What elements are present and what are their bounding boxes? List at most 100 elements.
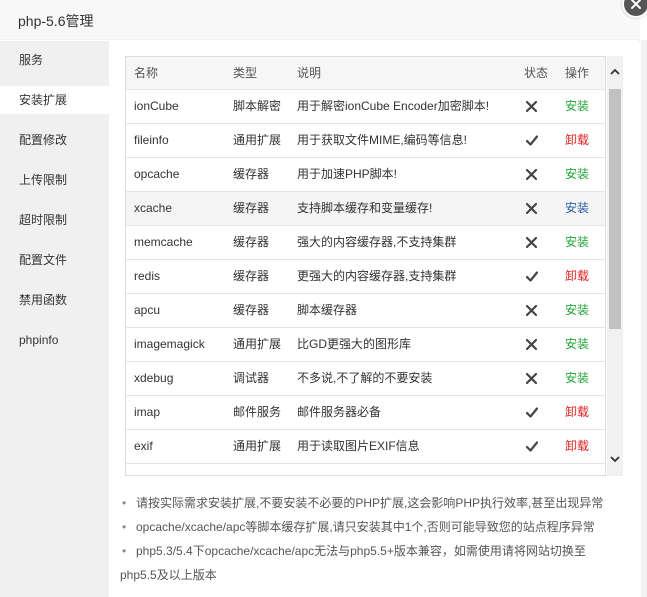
ext-desc: 支持脚本缓存和变量缓存!: [297, 201, 433, 215]
note-item-continued: php5.5及以上版本: [120, 563, 625, 587]
ext-desc: 用于读取图片EXIF信息: [297, 439, 420, 453]
sidebar-item-disabled-functions[interactable]: 禁用函数: [0, 286, 109, 314]
install-button[interactable]: 安装: [565, 90, 589, 123]
ext-desc: 比GD更强大的图形库: [297, 337, 412, 351]
ext-type: 缓存器: [233, 167, 270, 181]
note-item: • opcache/xcache/apc等脚本缓存扩展,请只安装其中1个,否则可能…: [122, 520, 595, 534]
install-button[interactable]: 安装: [565, 328, 589, 361]
ext-desc: 用于获取文件MIME,编码等信息!: [297, 133, 467, 147]
note-text: php5.5及以上版本: [120, 568, 217, 582]
check-icon: [525, 135, 539, 149]
ext-type: 通用扩展: [233, 337, 282, 351]
ext-name: memcache: [134, 235, 193, 249]
install-button[interactable]: 安装: [565, 362, 589, 395]
sidebar: 服务 安装扩展 配置修改 上传限制 超时限制 配置文件 禁用函数 phpinfo: [0, 41, 109, 597]
ext-desc: 更强大的内容缓存器,支持集群: [297, 269, 457, 283]
ext-type: 缓存器: [233, 235, 270, 249]
ext-name: exif: [134, 439, 153, 453]
note-text: 请按实际需求安装扩展,不要安装不必要的PHP扩展,这会影响PHP执行效率,甚至出…: [136, 496, 604, 510]
uninstall-button[interactable]: 卸载: [565, 260, 589, 293]
ext-type: 缓存器: [233, 269, 270, 283]
uninstall-button[interactable]: 卸载: [565, 396, 589, 429]
check-icon: [525, 441, 539, 455]
dialog-title: php-5.6管理: [18, 13, 94, 29]
table-row: ionCube 脚本解密 用于解密ionCube Encoder加密脚本! 安装: [126, 90, 605, 124]
uninstall-button[interactable]: 卸载: [565, 430, 589, 463]
ext-name: opcache: [134, 167, 180, 181]
install-button[interactable]: 安装: [565, 158, 589, 191]
note-item: • php5.3/5.4下opcache/xcache/apc无法与php5.5+…: [122, 544, 586, 558]
table-row: apcu 缓存器 脚本缓存器 安装: [126, 294, 605, 328]
chevron-down-icon[interactable]: [610, 452, 620, 466]
table-scrollbar[interactable]: [607, 56, 623, 476]
table-row: imap 邮件服务 邮件服务器必备 卸载: [126, 396, 605, 430]
header-name: 名称: [134, 66, 159, 80]
ext-name: imap: [134, 405, 161, 419]
header-desc: 说明: [297, 66, 322, 80]
ext-name: apcu: [134, 303, 161, 317]
ext-desc: 用于加速PHP脚本!: [297, 167, 398, 181]
install-button[interactable]: 安装: [565, 226, 589, 259]
ext-type: 脚本解密: [233, 99, 282, 113]
dialog-title-bar: php-5.6管理: [0, 0, 640, 40]
ext-name: fileinfo: [134, 133, 169, 147]
close-icon: [631, 0, 641, 9]
install-button[interactable]: 安装: [565, 192, 589, 225]
check-icon: [525, 407, 539, 421]
table-row: redis 缓存器 更强大的内容缓存器,支持集群 卸载: [126, 260, 605, 294]
extensions-table: 名称 类型 说明 状态 操作 ionCube 脚本解密 用于解密ionCube …: [125, 56, 606, 476]
cross-icon: [525, 202, 538, 217]
ext-type: 缓存器: [233, 303, 270, 317]
php-manager-dialog: php-5.6管理 服务 安装扩展 配置修改 上传限制 超时限制 配置文件 禁用…: [0, 0, 640, 597]
table-row: exif 通用扩展 用于读取图片EXIF信息 卸载: [126, 430, 605, 464]
sidebar-item-install-extensions[interactable]: 安装扩展: [0, 86, 109, 114]
scrollbar-thumb[interactable]: [609, 89, 621, 329]
table-row: xdebug 调试器 不多说,不了解的不要安装 安装: [126, 362, 605, 396]
ext-desc: 强大的内容缓存器,不支持集群: [297, 235, 457, 249]
sidebar-item-phpinfo[interactable]: phpinfo: [0, 326, 109, 354]
table-row: xcache 缓存器 支持脚本缓存和变量缓存! 安装: [126, 192, 605, 226]
cross-icon: [525, 236, 538, 251]
main-panel: 名称 类型 说明 状态 操作 ionCube 脚本解密 用于解密ionCube …: [109, 41, 640, 597]
ext-name: xdebug: [134, 371, 174, 385]
ext-desc: 用于解密ionCube Encoder加密脚本!: [297, 99, 490, 113]
ext-desc: 邮件服务器必备: [297, 405, 382, 419]
sidebar-item-config-edit[interactable]: 配置修改: [0, 126, 109, 154]
cross-icon: [525, 372, 538, 387]
ext-type: 通用扩展: [233, 133, 282, 147]
table-row: opcache 缓存器 用于加速PHP脚本! 安装: [126, 158, 605, 192]
table-row: fileinfo 通用扩展 用于获取文件MIME,编码等信息! 卸载: [126, 124, 605, 158]
ext-name: xcache: [134, 201, 173, 215]
table-header: 名称 类型 说明 状态 操作: [126, 57, 605, 90]
chevron-up-icon[interactable]: [610, 64, 620, 78]
sidebar-item-service[interactable]: 服务: [0, 46, 109, 74]
ext-name: redis: [134, 269, 161, 283]
note-text: opcache/xcache/apc等脚本缓存扩展,请只安装其中1个,否则可能导…: [136, 520, 595, 534]
sidebar-item-timeout-limit[interactable]: 超时限制: [0, 206, 109, 234]
cross-icon: [525, 168, 538, 183]
ext-desc: 脚本缓存器: [297, 303, 358, 317]
table-row: imagemagick 通用扩展 比GD更强大的图形库 安装: [126, 328, 605, 362]
header-type: 类型: [233, 66, 258, 80]
cross-icon: [525, 338, 538, 353]
ext-name: ionCube: [134, 99, 179, 113]
cross-icon: [525, 100, 538, 115]
ext-type: 调试器: [233, 371, 270, 385]
table-row: memcache 缓存器 强大的内容缓存器,不支持集群 安装: [126, 226, 605, 260]
header-status: 状态: [524, 66, 549, 80]
ext-type: 通用扩展: [233, 439, 282, 453]
ext-type: 邮件服务: [233, 405, 282, 419]
header-op: 操作: [565, 66, 590, 80]
check-icon: [525, 271, 539, 285]
note-text: php5.3/5.4下opcache/xcache/apc无法与php5.5+版…: [136, 544, 586, 558]
sidebar-item-upload-limit[interactable]: 上传限制: [0, 166, 109, 194]
install-button[interactable]: 安装: [565, 294, 589, 327]
background-strip: [641, 40, 647, 597]
uninstall-button[interactable]: 卸载: [565, 124, 589, 157]
sidebar-item-config-file[interactable]: 配置文件: [0, 246, 109, 274]
ext-type: 缓存器: [233, 201, 270, 215]
ext-desc: 不多说,不了解的不要安装: [297, 371, 433, 385]
ext-name: imagemagick: [134, 337, 205, 351]
note-item: • 请按实际需求安装扩展,不要安装不必要的PHP扩展,这会影响PHP执行效率,甚至…: [122, 496, 604, 510]
cross-icon: [525, 304, 538, 319]
